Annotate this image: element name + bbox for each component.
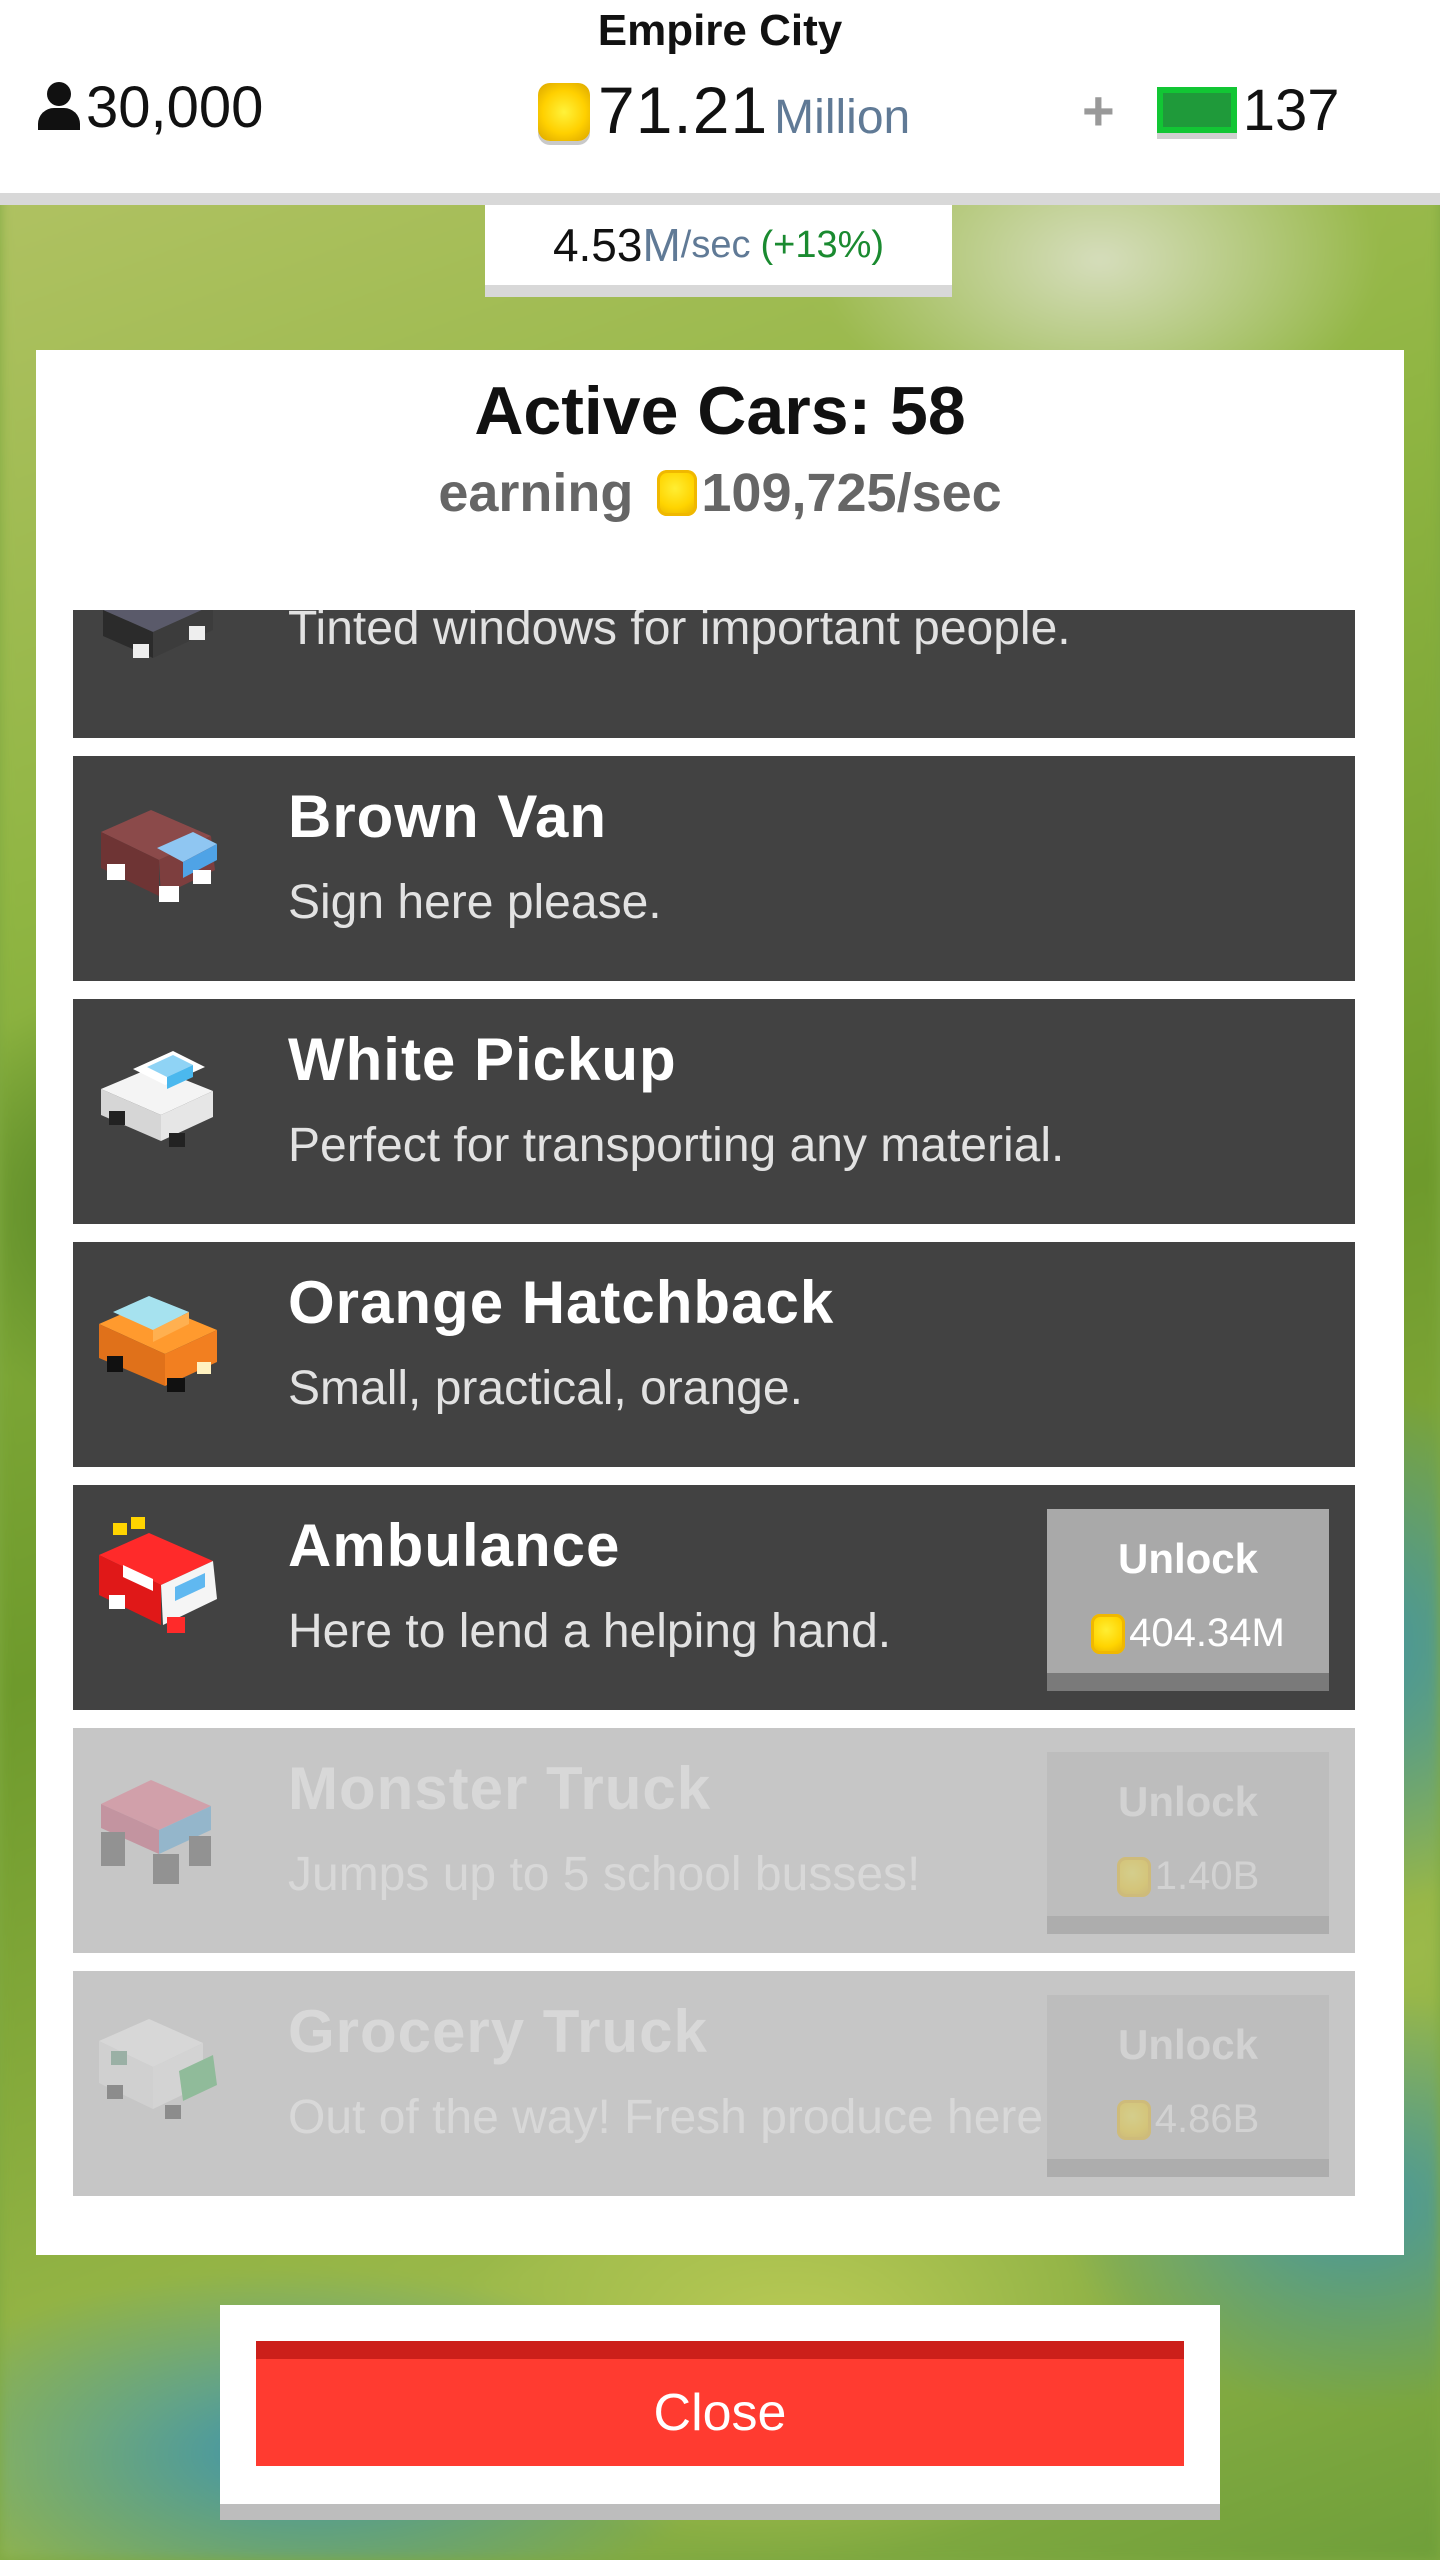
- money-value: 71.21: [598, 73, 769, 147]
- brown-van-icon: [101, 810, 217, 902]
- car-item-grocery-truck[interactable]: Grocery Truck Out of the way! Fresh prod…: [73, 1971, 1355, 2196]
- close-panel: Close: [220, 2305, 1220, 2520]
- rate-bonus: (+13%): [760, 223, 885, 266]
- white-pickup-icon: [101, 1051, 213, 1147]
- car-item-brown-van[interactable]: Brown Van Sign here please.: [73, 756, 1355, 981]
- money-counter: 71.21 Million: [538, 72, 910, 152]
- car-item-limo[interactable]: Tinted windows for important people.: [73, 610, 1355, 738]
- active-cars-modal: Active Cars: 58 earning 109,725/sec Tint…: [36, 350, 1404, 2255]
- coin-icon: [1116, 2099, 1151, 2140]
- cash-counter[interactable]: + 137: [1082, 72, 1339, 148]
- car-name: Monster Truck: [288, 1755, 712, 1822]
- unlock-price: 404.34M: [1047, 1611, 1329, 1656]
- ambulance-icon: [99, 1517, 217, 1633]
- cash-icon: [1156, 87, 1237, 133]
- rate-unit-sec: /sec: [680, 223, 751, 266]
- unlock-button-monster-truck[interactable]: Unlock 1.40B: [1047, 1752, 1329, 1934]
- car-item-orange-hatchback[interactable]: Orange Hatchback Small, practical, orang…: [73, 1242, 1355, 1467]
- price-value: 1.40B: [1154, 1854, 1260, 1898]
- unlock-button-ambulance[interactable]: Unlock 404.34M: [1047, 1509, 1329, 1691]
- unlock-price: 4.86B: [1047, 2097, 1329, 2142]
- car-name: Grocery Truck: [288, 1998, 708, 2065]
- person-icon: [38, 82, 80, 132]
- earning-value: 109,725/sec: [701, 463, 1002, 523]
- unlock-price: 1.40B: [1047, 1854, 1329, 1899]
- coin-icon: [538, 83, 590, 141]
- car-name: Brown Van: [288, 783, 608, 850]
- car-description: Small, practical, orange.: [288, 1362, 803, 1415]
- car-description: Here to lend a helping hand.: [288, 1605, 892, 1658]
- modal-title: Active Cars: 58: [474, 373, 966, 449]
- city-name: Empire City: [597, 6, 843, 55]
- monster-truck-icon: [101, 1780, 211, 1884]
- coin-icon: [1091, 1613, 1126, 1654]
- price-value: 404.34M: [1129, 1611, 1285, 1655]
- money-unit: Million: [774, 91, 911, 144]
- unlock-button-grocery-truck[interactable]: Unlock 4.86B: [1047, 1995, 1329, 2177]
- car-item-white-pickup[interactable]: White Pickup Perfect for transporting an…: [73, 999, 1355, 1224]
- car-item-ambulance[interactable]: Ambulance Here to lend a helping hand. U…: [73, 1485, 1355, 1710]
- coin-icon: [1116, 1856, 1151, 1897]
- earning-label: earning: [438, 463, 634, 523]
- rate-value: 4.53: [552, 219, 643, 271]
- car-item-monster-truck[interactable]: Monster Truck Jumps up to 5 school busse…: [73, 1728, 1355, 1953]
- top-hud: Empire City 30,000 71.21 Million + 137: [0, 0, 1440, 205]
- car-description: Jumps up to 5 school busses!: [288, 1848, 921, 1901]
- income-rate-tab: 4.53 M/sec (+13%): [485, 205, 952, 297]
- coin-icon: [657, 470, 698, 516]
- cash-value: 137: [1242, 77, 1340, 143]
- car-description: Sign here please.: [288, 876, 662, 929]
- unlock-label: Unlock: [1117, 1535, 1259, 1582]
- population-counter: 30,000: [38, 72, 263, 142]
- car-description: Out of the way! Fresh produce here!: [288, 2091, 1057, 2144]
- rate-unit: M: [642, 219, 681, 271]
- plus-icon[interactable]: +: [1082, 78, 1115, 143]
- car-name: Ambulance: [288, 1512, 621, 1579]
- car-list[interactable]: Tinted windows for important people. Bro…: [73, 610, 1355, 2196]
- black-limo-icon: [103, 610, 213, 658]
- car-name: White Pickup: [288, 1026, 677, 1093]
- grocery-truck-icon: [99, 2019, 217, 2119]
- unlock-label: Unlock: [1117, 1778, 1259, 1825]
- car-description: Perfect for transporting any material.: [288, 1119, 1065, 1172]
- population-value: 30,000: [86, 74, 264, 140]
- car-name: Orange Hatchback: [288, 1269, 835, 1336]
- unlock-label: Unlock: [1117, 2021, 1259, 2068]
- orange-hatchback-icon: [99, 1296, 217, 1392]
- earning-summary: earning 109,725/sec: [36, 462, 1404, 524]
- price-value: 4.86B: [1154, 2097, 1260, 2141]
- close-button[interactable]: Close: [256, 2341, 1184, 2466]
- car-description: Tinted windows for important people.: [288, 610, 1071, 655]
